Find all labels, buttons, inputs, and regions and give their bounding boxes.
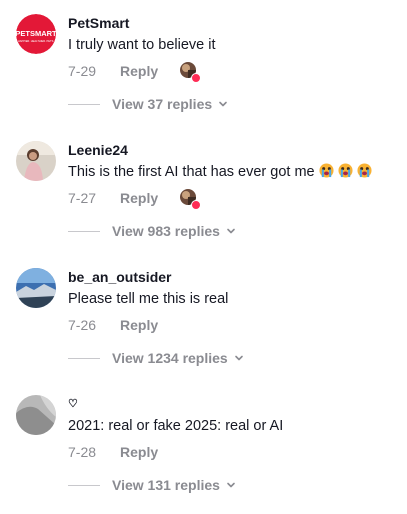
view-replies-label: View 131 replies (112, 477, 220, 493)
chevron-down-icon (227, 228, 235, 234)
crying-face-emoji-icon (357, 163, 372, 178)
view-replies-button[interactable]: View 131 replies (68, 477, 236, 493)
heart-icon (191, 200, 202, 210)
divider (68, 357, 100, 359)
crying-face-emoji-icon (319, 163, 334, 178)
comment-text: I truly want to believe it (68, 37, 216, 53)
reply-button[interactable]: Reply (120, 63, 158, 79)
chevron-down-icon (219, 101, 227, 107)
comment-text: 2021: real or fake 2025: real or AI (68, 418, 284, 434)
username[interactable]: ♡ (68, 395, 397, 413)
comment-date: 7-28 (68, 444, 97, 460)
landscape-photo (16, 268, 56, 308)
reply-button[interactable]: Reply (120, 190, 158, 206)
view-replies-label: View 983 replies (112, 223, 220, 239)
heart-icon (191, 73, 202, 83)
comment-date: 7-26 (68, 317, 97, 333)
chevron-down-icon (234, 355, 243, 361)
divider (68, 103, 100, 105)
view-replies-button[interactable]: View 1234 replies (68, 350, 244, 366)
reply-button[interactable]: Reply (120, 444, 158, 460)
view-replies-button[interactable]: View 983 replies (68, 223, 236, 239)
divider (68, 484, 100, 486)
grey-photo (16, 395, 56, 435)
logo-tagline: HAPPIER. HEALTHIER. PETS. (18, 39, 54, 43)
avatar[interactable] (16, 268, 56, 308)
comment-date: 7-29 (68, 63, 97, 79)
logo-text: PETSMART (16, 29, 56, 38)
comment-text: Please tell me this is real (68, 291, 229, 307)
username[interactable]: Leenie24 (68, 141, 397, 159)
liked-by-creator-badge (180, 62, 202, 83)
user-photo (16, 141, 56, 181)
comment-text: This is the first AI that has ever got m… (68, 164, 315, 180)
view-replies-button[interactable]: View 37 replies (68, 96, 228, 112)
petsmart-logo: PETSMART HAPPIER. HEALTHIER. PETS. (16, 14, 56, 54)
liked-by-creator-badge (180, 189, 202, 210)
reply-button[interactable]: Reply (120, 317, 158, 333)
username[interactable]: PetSmart (68, 14, 397, 32)
avatar[interactable] (16, 395, 56, 435)
comment-text-row: This is the first AI that has ever got m… (68, 162, 397, 182)
avatar[interactable]: PETSMART HAPPIER. HEALTHIER. PETS. (16, 14, 56, 54)
crying-face-emoji-icon (338, 163, 353, 178)
view-replies-label: View 37 replies (112, 96, 213, 112)
avatar[interactable] (16, 141, 56, 181)
comment-date: 7-27 (68, 190, 97, 206)
view-replies-label: View 1234 replies (112, 350, 228, 366)
username[interactable]: be_an_outsider (68, 268, 397, 286)
divider (68, 230, 100, 232)
chevron-down-icon (227, 482, 235, 488)
